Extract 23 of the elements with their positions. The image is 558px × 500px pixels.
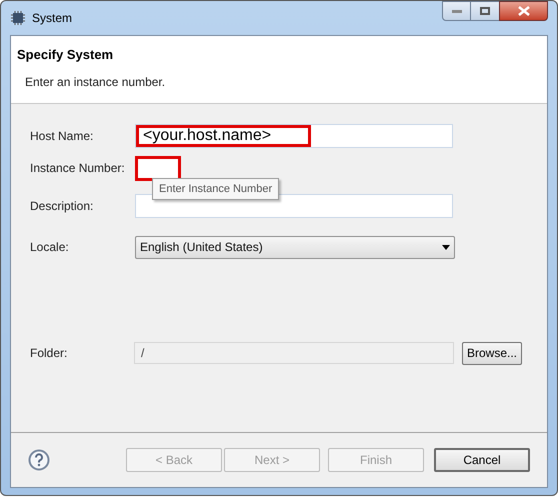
field-label: Locale: <box>30 239 70 256</box>
chip-icon <box>10 10 26 26</box>
cancel-button[interactable]: Cancel <box>434 448 530 472</box>
browse-button[interactable]: Browse... <box>462 342 522 364</box>
maximize-button[interactable] <box>471 1 499 21</box>
field-label: Folder: <box>30 345 68 362</box>
dropdown-arrow-icon <box>442 244 450 250</box>
text-field[interactable]: <your.host.name> <box>135 124 453 148</box>
tooltip: Enter Instance Number <box>152 178 280 200</box>
page-description: Enter an instance number. <box>25 74 166 90</box>
field-label: Description: <box>30 198 94 215</box>
close-button[interactable] <box>499 1 548 21</box>
highlight-frame: <your.host.name> <box>136 125 311 147</box>
close-icon <box>518 6 530 16</box>
page-title: Specify System <box>17 46 114 64</box>
help-icon[interactable] <box>28 449 50 471</box>
field-label: Instance Number: <box>30 160 126 177</box>
minimize-button[interactable] <box>442 1 471 21</box>
field-label: Host Name: <box>30 128 94 145</box>
window-title: System <box>32 10 72 27</box>
text-field[interactable] <box>135 156 181 180</box>
locale-dropdown[interactable]: English (United States) <box>135 236 455 258</box>
folder-field[interactable]: / <box>134 342 454 364</box>
